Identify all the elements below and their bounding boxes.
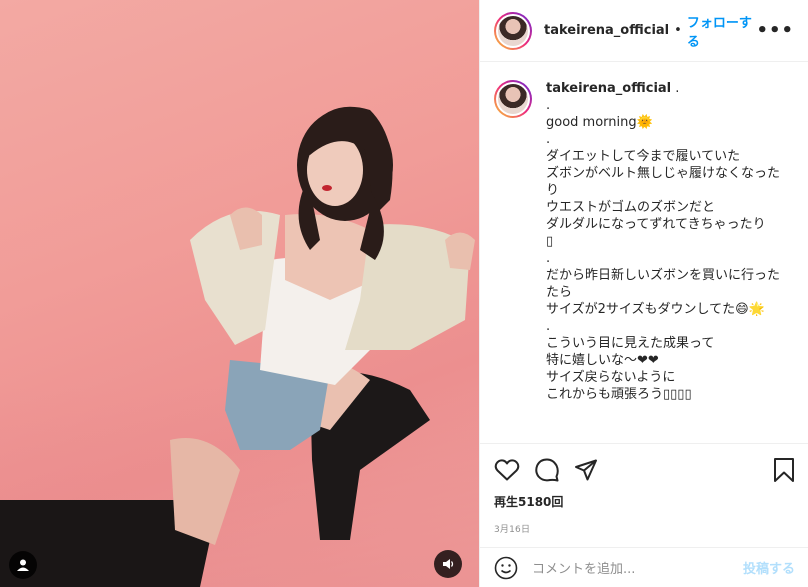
comment-icon xyxy=(535,458,559,482)
caption-line: . xyxy=(546,251,551,266)
send-icon xyxy=(575,459,597,481)
heart-icon xyxy=(494,459,520,481)
post-comment-button[interactable]: 投稿する xyxy=(743,558,795,577)
comment-button[interactable] xyxy=(534,457,560,483)
caption-line: . xyxy=(546,132,551,147)
post-sidebar: takeirena_official • フォローする ••• takeiren… xyxy=(479,0,808,587)
caption-line: こういう目に見えた成果って xyxy=(546,336,715,351)
like-button[interactable] xyxy=(494,458,520,482)
caption-lines: . good morning🌞. ダイエットして今まで履いていたズボンがベルト無しじ… xyxy=(546,97,794,403)
caption-first-line-suffix: . xyxy=(671,81,680,96)
user-tag-button[interactable] xyxy=(9,551,37,579)
bookmark-icon xyxy=(774,458,794,482)
caption-line: . xyxy=(546,98,551,113)
caption-first-line: takeirena_official . xyxy=(546,80,794,97)
caption-line: 特に嬉しいな〜❤❤ xyxy=(546,353,659,368)
caption-line: たら xyxy=(546,285,573,300)
header-username-link[interactable]: takeirena_official xyxy=(544,23,669,38)
caption-avatar[interactable] xyxy=(494,80,532,118)
caption-username-link[interactable]: takeirena_official xyxy=(546,81,671,96)
sound-toggle-button[interactable] xyxy=(434,550,462,578)
user-tag-icon xyxy=(17,559,29,571)
caption-line: ▯ xyxy=(546,234,554,249)
post-media[interactable] xyxy=(0,0,479,587)
caption-line: り xyxy=(546,183,560,198)
speaker-icon xyxy=(443,559,454,569)
caption-line: サイズが2サイズもダウンしてた😄🌟 xyxy=(546,302,765,317)
caption-line: ダルダルになってずれてきちゃったり xyxy=(546,217,766,232)
comment-input[interactable]: コメントを追加... xyxy=(532,558,635,577)
comment-form: コメントを追加... 投稿する xyxy=(480,547,808,587)
caption-line: これからも頑張ろう▯▯▯▯ xyxy=(546,387,692,402)
post-date[interactable]: 3月16日 xyxy=(494,522,795,535)
caption-line: ズボンがベルト無しじゃ履けなくなった xyxy=(546,166,781,181)
action-icons-row xyxy=(494,454,795,486)
caption-avatar-image xyxy=(498,84,528,114)
caption-line: ダイエットして今まで履いていた xyxy=(546,149,741,164)
media-photo xyxy=(0,106,475,587)
follow-button[interactable]: フォローする xyxy=(687,12,757,50)
post-header: takeirena_official • フォローする ••• xyxy=(480,0,808,62)
caption-line: ウエストがゴムのズボンだと xyxy=(546,200,716,215)
caption-line: good morning🌞 xyxy=(546,115,653,130)
view-count[interactable]: 再生5180回 xyxy=(494,493,795,510)
emoji-icon[interactable] xyxy=(494,556,518,580)
caption-section: takeirena_official . . good morning🌞. ダイエッ… xyxy=(480,62,808,440)
caption-line: だから昨日新しいズボンを買いに行った xyxy=(546,268,781,283)
caption-line: . xyxy=(546,319,551,334)
save-button[interactable] xyxy=(773,457,795,483)
avatar-image xyxy=(498,15,528,46)
more-options-button[interactable]: ••• xyxy=(756,20,794,41)
avatar[interactable] xyxy=(494,11,532,50)
share-button[interactable] xyxy=(574,458,598,482)
caption-text: takeirena_official . . good morning🌞. ダイエッ… xyxy=(546,80,794,440)
header-separator: • xyxy=(674,23,682,38)
caption-line: サイズ戻らないように xyxy=(546,370,676,385)
post-actions-section: 再生5180回 3月16日 xyxy=(480,443,808,547)
